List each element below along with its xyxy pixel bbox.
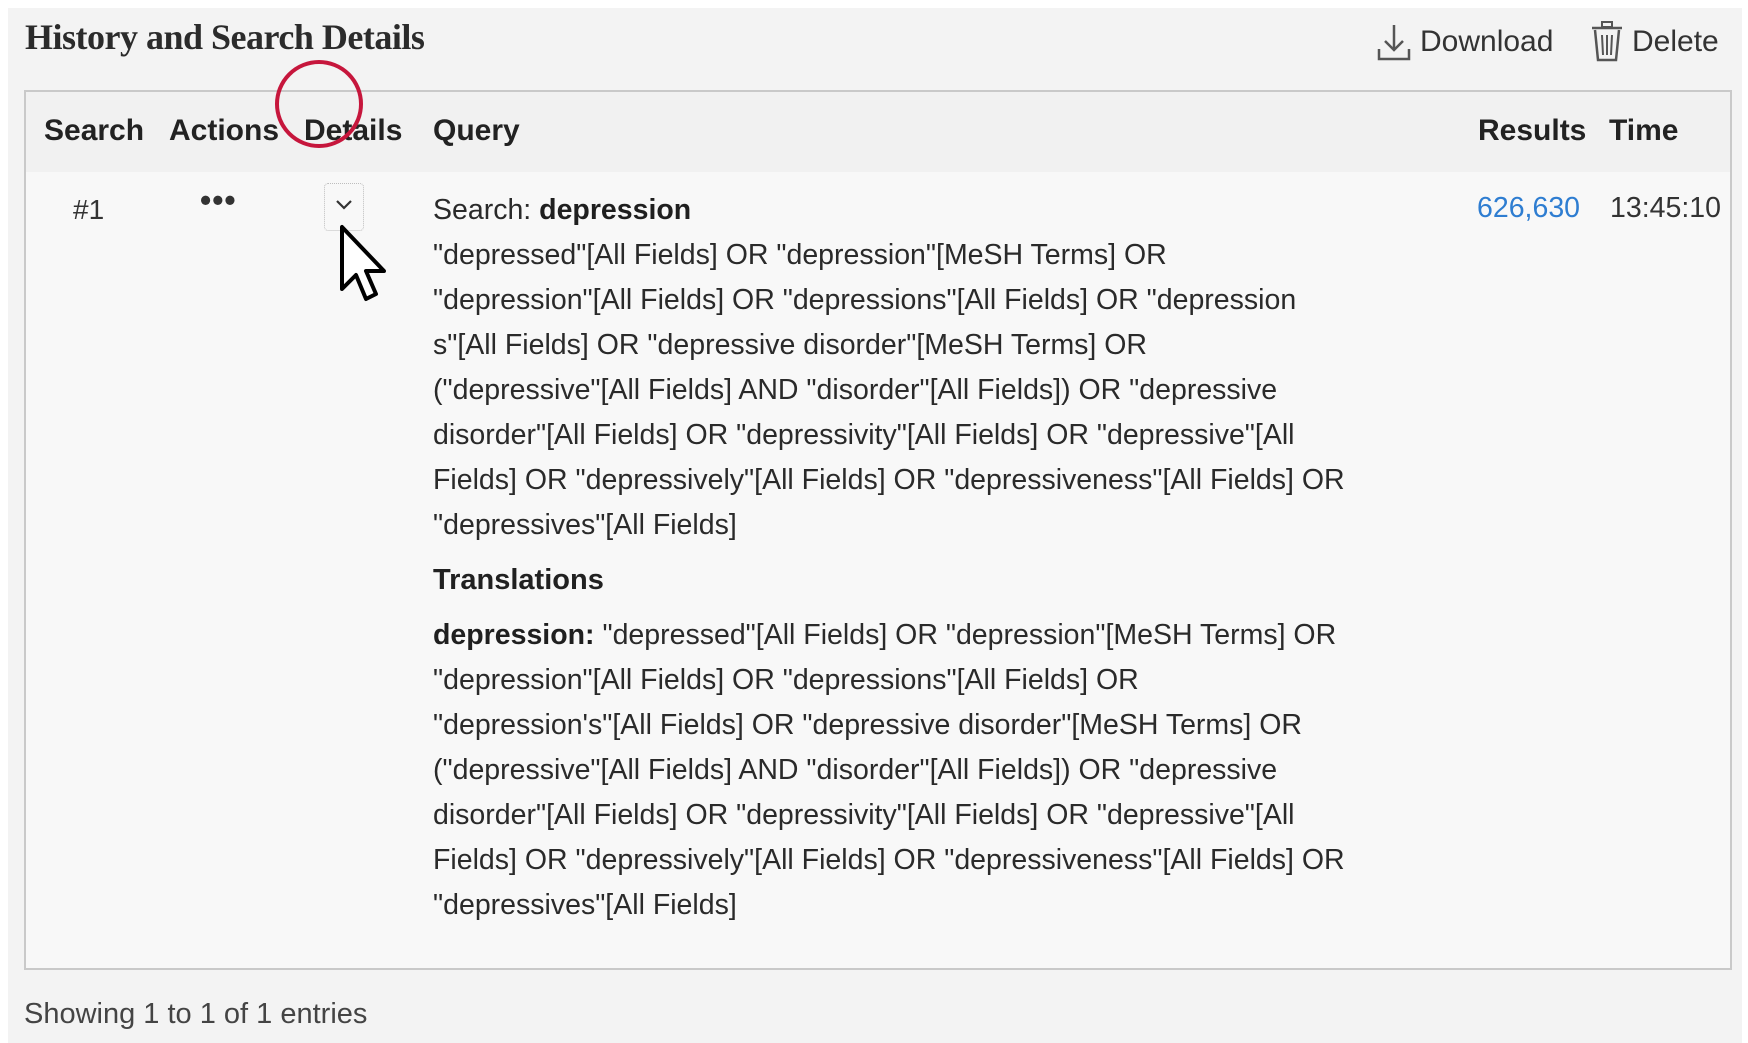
mouse-cursor-icon — [338, 223, 390, 314]
translation-line: "depression's"[All Fields] OR "depressiv… — [433, 709, 1302, 741]
translation-line: "depressives"[All Fields] — [433, 889, 737, 921]
column-header-query: Query — [433, 114, 520, 147]
download-label: Download — [1420, 25, 1554, 58]
download-button[interactable]: Download — [1376, 18, 1553, 66]
query-line: ("depressive"[All Fields] AND "disorder"… — [433, 374, 1278, 406]
table-row: #1 ••• Search: depression "depressed"[Al… — [26, 172, 1730, 968]
query-line: s"[All Fields] OR "depressive disorder"[… — [433, 329, 1148, 361]
results-count-link[interactable]: 626,630 — [1477, 192, 1580, 225]
translation-line: ("depressive"[All Fields] AND "disorder"… — [433, 754, 1278, 786]
delete-label: Delete — [1632, 25, 1719, 58]
translations-heading: Translations — [433, 564, 604, 596]
query-line: "depressed"[All Fields] OR "depression"[… — [433, 239, 1167, 271]
translation-line: Fields] OR "depressively"[All Fields] OR… — [433, 844, 1345, 876]
chevron-down-icon — [335, 198, 353, 216]
translation-first-line: "depressed"[All Fields] OR "depression"[… — [594, 619, 1337, 651]
query-line: "depressives"[All Fields] — [433, 509, 737, 541]
column-header-time[interactable]: Time — [1609, 114, 1678, 148]
translation-line: disorder"[All Fields] OR "depressivity"[… — [433, 799, 1295, 831]
query-line: Fields] OR "depressively"[All Fields] OR… — [433, 464, 1345, 496]
actions-menu-button[interactable]: ••• — [200, 182, 237, 219]
delete-button[interactable]: Delete — [1590, 18, 1719, 66]
search-number: #1 — [73, 194, 105, 225]
query-summary: Search: depression — [433, 188, 1353, 233]
translation-line: "depression"[All Fields] OR "depressions… — [433, 664, 1139, 696]
query-prefix: Search: — [433, 194, 532, 226]
translation-line: depression: "depressed"[All Fields] OR "… — [433, 613, 1353, 658]
entries-info: Showing 1 to 1 of 1 entries — [24, 998, 368, 1030]
query-line: disorder"[All Fields] OR "depressivity"[… — [433, 419, 1295, 451]
column-header-actions: Actions — [169, 114, 280, 147]
column-header-results[interactable]: Results — [1478, 114, 1586, 148]
page-title: History and Search Details — [25, 17, 425, 57]
column-header-search[interactable]: Search — [44, 114, 144, 148]
query-details: Search: depression "depressed"[All Field… — [433, 188, 1353, 928]
search-time: 13:45:10 — [1610, 192, 1721, 224]
trash-icon — [1590, 20, 1624, 64]
translation-term: depression: — [433, 619, 595, 651]
query-line: "depression"[All Fields] OR "depressions… — [433, 284, 1297, 316]
download-icon — [1376, 21, 1412, 63]
highlight-circle — [275, 60, 363, 148]
history-table: Search Actions Details Query Results Tim… — [24, 90, 1732, 970]
query-term: depression — [539, 194, 692, 226]
